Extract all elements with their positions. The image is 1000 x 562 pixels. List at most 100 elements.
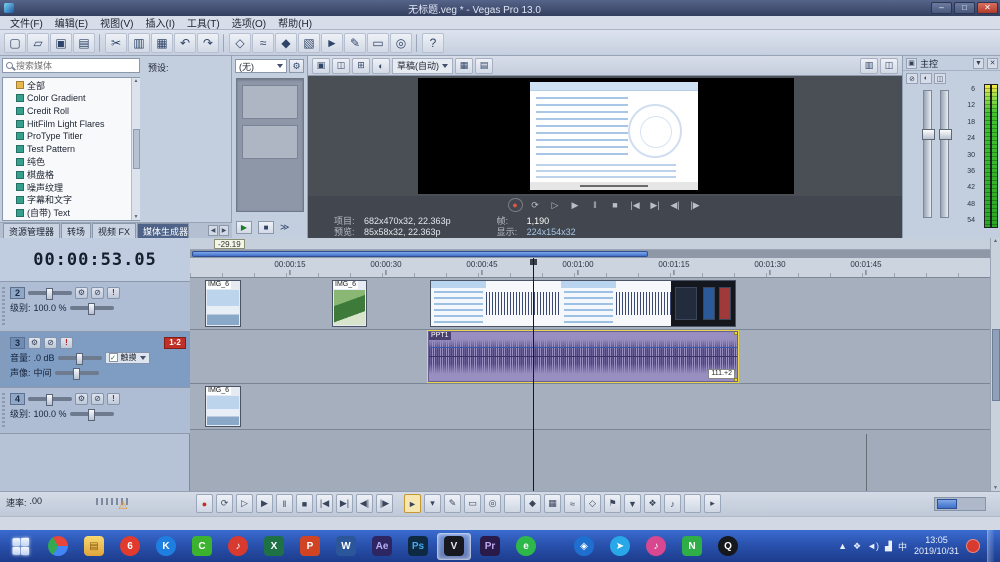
overview-thumb[interactable] [192, 251, 648, 257]
tools-separator[interactable] [504, 494, 521, 513]
timecode-display[interactable]: 00:00:53.05 [0, 238, 190, 282]
track-solo-icon[interactable]: ! [107, 393, 120, 405]
normal-edit-tool[interactable]: ► [404, 494, 421, 513]
qq[interactable]: Q [711, 533, 745, 560]
generator-list-item[interactable]: 全部 [5, 79, 128, 92]
pan-fader[interactable] [55, 371, 99, 375]
menu-edit[interactable]: 编辑(E) [49, 15, 94, 30]
tab-explorer[interactable]: 资源管理器 [3, 223, 60, 238]
project-properties-button[interactable]: ▤ [73, 33, 95, 53]
list-vertical-scrollbar[interactable]: ▲ ▼ [131, 78, 140, 220]
mute-master-icon[interactable]: ⊘ [906, 73, 918, 84]
generator-list-item[interactable]: Test Pattern [5, 143, 128, 156]
more-presets-icon[interactable]: ≫ [280, 222, 289, 233]
selection-tool[interactable]: ▭ [464, 494, 481, 513]
tab-scroll-right-button[interactable]: ▶ [219, 225, 229, 236]
volume-icon[interactable]: ◄) [867, 541, 879, 551]
copy-button[interactable]: ▥ [128, 33, 150, 53]
photoshop[interactable]: Ps [401, 533, 435, 560]
audio-track-lane-3[interactable]: PPT1 111.+2 [190, 330, 990, 384]
track-fx-icon[interactable]: ⚙ [75, 393, 88, 405]
new-project-button[interactable]: ▢ [4, 33, 26, 53]
generator-list-item[interactable]: 棋盘格 [5, 168, 128, 181]
time-ruler[interactable]: 00:00:15 00:00:30 00:00:45 00:01:00 [190, 258, 990, 278]
play-button[interactable]: ▶ [256, 494, 273, 513]
ime-icon[interactable]: 中 [898, 540, 907, 553]
toolbar-separator[interactable] [223, 34, 225, 52]
video-track-lane-2[interactable]: IMG_6 IMG_6 [190, 278, 990, 330]
preview-quality-select[interactable]: 草稿(自动) [392, 58, 453, 74]
selection-edit-tool-button[interactable]: ▭ [367, 33, 389, 53]
master-fader-left[interactable] [923, 90, 932, 218]
preset-play-button[interactable]: ▶ [236, 221, 252, 234]
timeline-clip-audio-ppt1[interactable]: PPT1 111.+2 [428, 331, 738, 382]
auto-ripple-button[interactable]: ≈ [252, 33, 274, 53]
thunder[interactable]: ➤ [603, 533, 637, 560]
edit-tool-dropdown[interactable]: ▾ [424, 494, 441, 513]
lock-toggle[interactable]: ◇ [584, 494, 601, 513]
redo-button[interactable]: ↷ [197, 33, 219, 53]
generator-list-item[interactable]: 字幕和文字 [5, 194, 128, 207]
track-mute-icon[interactable]: ⊘ [44, 337, 57, 349]
file-explorer[interactable]: ▤ [77, 533, 111, 560]
undo-button[interactable]: ↶ [174, 33, 196, 53]
powerpoint[interactable]: P [293, 533, 327, 560]
loop-playback-button[interactable]: ⟳ [528, 198, 543, 212]
previous-frame-button[interactable]: ◀| [668, 198, 683, 212]
generator-preset-list[interactable]: 全部 Color Gradient Credit Roll HitFilm Li… [2, 77, 140, 221]
record-button[interactable]: ● [508, 198, 523, 212]
tab-media-generators[interactable]: 媒体生成器 [137, 223, 189, 238]
preset-stop-button[interactable]: ■ [258, 221, 274, 234]
overlays-icon[interactable]: ⊞ [352, 58, 370, 74]
menu-tools[interactable]: 工具(T) [181, 15, 226, 30]
track-fx-icon[interactable]: ⚙ [75, 287, 88, 299]
downmix-icon[interactable]: ◫ [934, 73, 946, 84]
track-number[interactable]: 3 [10, 337, 25, 349]
timeline-overview-scrollbar[interactable] [190, 250, 990, 258]
tab-transitions[interactable]: 转场 [61, 223, 91, 238]
scroll-up-icon[interactable]: ▲ [993, 238, 998, 244]
close-button[interactable]: ✕ [977, 2, 998, 14]
track-mute-icon[interactable]: ⊘ [91, 287, 104, 299]
preset-settings-button[interactable]: ⚙ [289, 59, 304, 73]
track-solo-icon[interactable]: ! [60, 337, 73, 349]
track-header-2[interactable]: 2 ⚙ ⊘ ! 级别: 100.0 % [0, 282, 190, 332]
volume-fader[interactable] [58, 356, 102, 360]
track-header-3[interactable]: 3 ⚙ ⊘ ! 1-2 音量: .0 dB ✓ 触摸 声像: 中间 [0, 332, 190, 388]
tab-scroll-left-button[interactable]: ◀ [208, 225, 218, 236]
premiere[interactable]: Pr [473, 533, 507, 560]
master-fader-right[interactable] [940, 90, 949, 218]
qq-music[interactable]: ♪ [639, 533, 673, 560]
generator-list-item[interactable]: 噪声纹理 [5, 181, 128, 194]
cut-button[interactable]: ✂ [105, 33, 127, 53]
menu-help[interactable]: 帮助(H) [272, 15, 318, 30]
zoom-tool[interactable]: ◎ [484, 494, 501, 513]
level-fader[interactable] [70, 412, 114, 416]
after-effects[interactable]: Ae [365, 533, 399, 560]
master-properties-icon[interactable]: ▣ [906, 58, 917, 69]
volume-envelope-line[interactable] [429, 347, 737, 348]
track-level-slider[interactable] [28, 291, 72, 295]
master-close-icon[interactable]: ✕ [987, 58, 998, 69]
timeline-clip-image[interactable]: IMG_6 [332, 280, 367, 327]
snapshot-icon[interactable]: ▥ [860, 58, 878, 74]
word[interactable]: W [329, 533, 363, 560]
show-desktop-button[interactable] [987, 530, 994, 562]
timeline-vertical-scrollbar[interactable]: ▲ ▼ [990, 238, 1000, 491]
360-safety[interactable]: 6 [113, 533, 147, 560]
media-search-box[interactable] [2, 58, 140, 73]
insert-region-button[interactable]: ▼ [624, 494, 641, 513]
play-button[interactable]: ▶ [568, 198, 583, 212]
normal-edit-tool-button[interactable]: ► [321, 33, 343, 53]
track-mute-icon[interactable]: ⊘ [91, 393, 104, 405]
edge-browser[interactable]: ◈ [567, 533, 601, 560]
envelope-edit-tool-button[interactable]: ✎ [344, 33, 366, 53]
previous-frame-button[interactable]: ◀| [356, 494, 373, 513]
master-pin-icon[interactable]: ▼ [973, 58, 984, 69]
scrollbar-thumb[interactable] [992, 329, 1000, 401]
tray-red-app-icon[interactable] [966, 539, 980, 553]
menu-view[interactable]: 视图(V) [94, 15, 139, 30]
tools-separator[interactable] [684, 494, 701, 513]
dim-master-icon[interactable]: ◐ [920, 73, 932, 84]
go-to-end-button[interactable]: ▶| [648, 198, 663, 212]
